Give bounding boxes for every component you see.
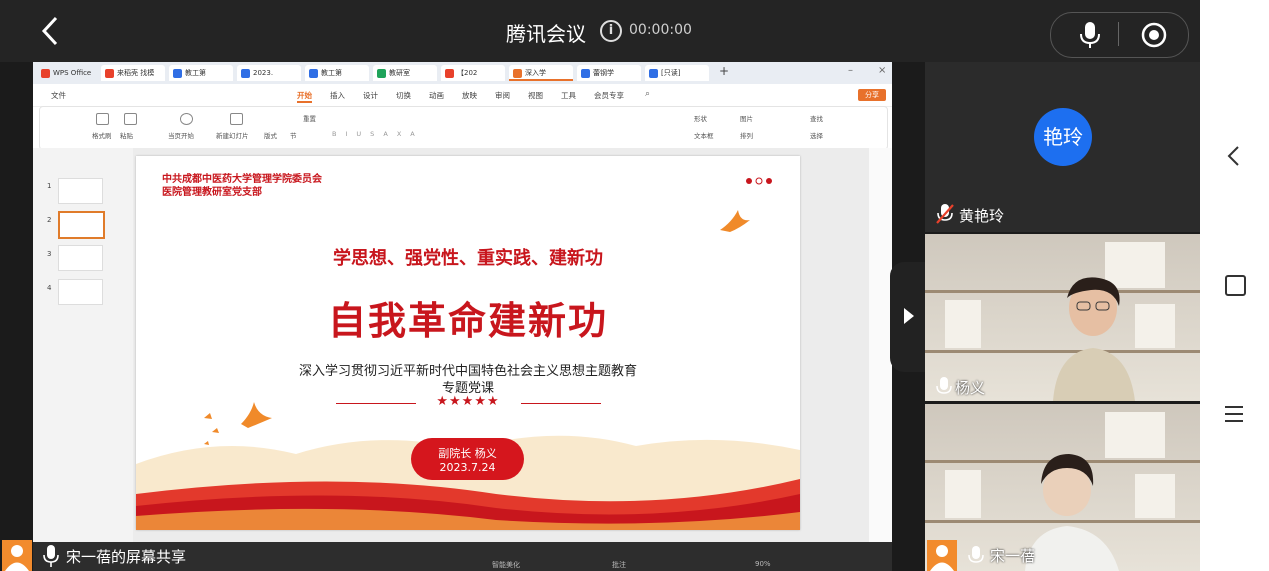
doc-tab[interactable]: 教工第 (305, 65, 369, 81)
font-style-buttons[interactable]: BIUSAXA (332, 130, 424, 138)
org-line-2: 医院管理教研室党支部 (162, 187, 262, 198)
wps-tab-bar: WPS Office 来稻壳 找模 教工第 2023. 教工第 教研室 【202… (33, 62, 892, 84)
slide-thumbnail[interactable] (58, 245, 103, 271)
wps-menu-bar: 文件 开始 插入 设计 切换 动画 放映 审阅 视图 工具 会员专享 ⌕ 分享 (33, 84, 892, 107)
find-label[interactable]: 查找 (810, 113, 823, 123)
paste-icon[interactable] (124, 113, 137, 125)
muted-mic-icon (936, 204, 954, 224)
paste-label[interactable]: 粘贴 (120, 130, 133, 140)
section-label[interactable]: 节 (290, 130, 297, 140)
shape-label[interactable]: 形状 (694, 113, 707, 123)
participant-name: 宋一蓓 (990, 547, 1036, 565)
layout-label[interactable]: 版式 (264, 130, 277, 140)
close-window-icon[interactable]: × (878, 65, 886, 76)
info-icon[interactable]: i (600, 20, 622, 42)
user-avatar-icon (927, 540, 957, 571)
doc-tab[interactable]: 教研室 (373, 65, 437, 81)
person-video (1025, 454, 1119, 571)
menu-design[interactable]: 设计 (363, 90, 378, 101)
menu-insert[interactable]: 插入 (330, 90, 345, 101)
slide-main-title: 自我革命建新功 (327, 298, 608, 343)
bookshelf-item (1135, 474, 1175, 518)
nav-menu-icon[interactable] (1223, 404, 1245, 424)
pill-divider (1118, 22, 1119, 46)
doc-tab[interactable]: 教工第 (169, 65, 233, 81)
menu-transition[interactable]: 切换 (396, 90, 411, 101)
screen-share-label: 宋一蓓的屏幕共享 (66, 548, 187, 566)
lecture-date: 2023.7.24 (439, 461, 496, 474)
play-icon[interactable] (180, 113, 193, 125)
speaker-name: 副院长 杨义 (438, 447, 497, 460)
menu-slideshow[interactable]: 放映 (462, 90, 477, 101)
microphone-icon[interactable] (1077, 20, 1103, 50)
slide-thumbnail[interactable] (58, 279, 103, 305)
textbox-label[interactable]: 文本框 (694, 130, 714, 140)
nav-back-icon[interactable] (1224, 144, 1244, 168)
microphone-icon (968, 546, 984, 563)
doc-tab[interactable]: 2023. (237, 65, 301, 81)
person-video (1053, 277, 1135, 401)
meeting-timer: 00:00:00 (629, 22, 692, 38)
bookshelf-item (945, 470, 981, 518)
picture-label[interactable]: 图片 (740, 113, 753, 123)
doc-tab[interactable]: [只读] (645, 65, 709, 81)
participant-video-tile[interactable] (925, 234, 1200, 401)
arrange-label[interactable]: 排列 (740, 130, 753, 140)
slogan: 学思想、强党性、重实践、建新功 (333, 248, 603, 269)
participant-name: 黄艳玲 (959, 207, 1005, 225)
chevron-right-icon[interactable] (902, 306, 916, 326)
current-slide[interactable]: 中共成都中医药大学管理学院委员会 医院管理教研室党支部 学思想、强党性、重实践、… (136, 156, 800, 530)
play-current-label[interactable]: 当页开始 (168, 130, 194, 140)
slide-number: 2 (47, 216, 52, 224)
select-label[interactable]: 选择 (810, 130, 823, 140)
format-painter-icon[interactable] (96, 113, 109, 125)
right-toolbar (869, 148, 892, 542)
format-painter-label[interactable]: 格式刷 (92, 130, 112, 140)
menu-tools[interactable]: 工具 (561, 90, 576, 101)
new-slide-icon[interactable] (230, 113, 243, 125)
doc-tab[interactable]: 来稻壳 找模 (101, 65, 165, 81)
participant-avatar: 艳玲 (1034, 108, 1092, 166)
wps-ribbon: 格式刷 粘贴 当页开始 新建幻灯片 版式 节 重置 BIUSAXA 形状 图片 … (39, 106, 888, 150)
slide-number: 3 (47, 250, 52, 258)
doc-tab[interactable]: 【202 (441, 65, 505, 81)
minimize-icon[interactable]: – (848, 65, 853, 76)
participant-video-tile[interactable] (925, 404, 1200, 571)
decor-dots-icon (746, 177, 772, 185)
share-button[interactable]: 分享 (858, 89, 886, 101)
slide-number: 4 (47, 284, 52, 292)
bookshelf-item (945, 300, 981, 348)
slide-number: 1 (47, 182, 52, 190)
wps-home-tab[interactable]: WPS Office (37, 65, 99, 81)
zoom-level[interactable]: 90% (755, 560, 771, 568)
user-avatar-icon (2, 540, 32, 571)
record-icon[interactable] (1140, 21, 1168, 49)
doc-tab[interactable]: 蕾钢学 (577, 65, 641, 81)
menu-member[interactable]: 会员专享 (594, 90, 624, 101)
control-pill (1050, 12, 1189, 58)
menu-file[interactable]: 文件 (51, 90, 66, 101)
back-arrow-icon[interactable] (36, 14, 66, 48)
notes-label[interactable]: 批注 (612, 560, 626, 570)
active-doc-tab[interactable]: 深入学 (509, 65, 573, 81)
shared-screen: WPS Office 来稻壳 找模 教工第 2023. 教工第 教研室 【202… (33, 62, 892, 542)
menu-view[interactable]: 视图 (528, 90, 543, 101)
smart-beautify-label[interactable]: 智能美化 (492, 560, 520, 570)
search-icon[interactable]: ⌕ (645, 89, 650, 99)
microphone-icon (936, 377, 952, 394)
dove-icon (720, 210, 750, 232)
slide-thumbnail-panel: 1 2 3 4 (33, 148, 133, 542)
reset-label[interactable]: 重置 (303, 113, 316, 123)
nav-home-icon[interactable] (1225, 275, 1246, 296)
new-slide-label[interactable]: 新建幻灯片 (216, 130, 249, 140)
menu-review[interactable]: 审阅 (495, 90, 510, 101)
new-tab-icon[interactable]: + (719, 64, 729, 78)
slide-thumbnail-selected[interactable] (58, 211, 105, 239)
microphone-icon (43, 545, 59, 567)
menu-animation[interactable]: 动画 (429, 90, 444, 101)
meeting-title: 腾讯会议 (506, 22, 586, 46)
participant-name: 杨义 (955, 379, 986, 397)
menu-home[interactable]: 开始 (297, 90, 312, 103)
slide-thumbnail[interactable] (58, 178, 103, 204)
